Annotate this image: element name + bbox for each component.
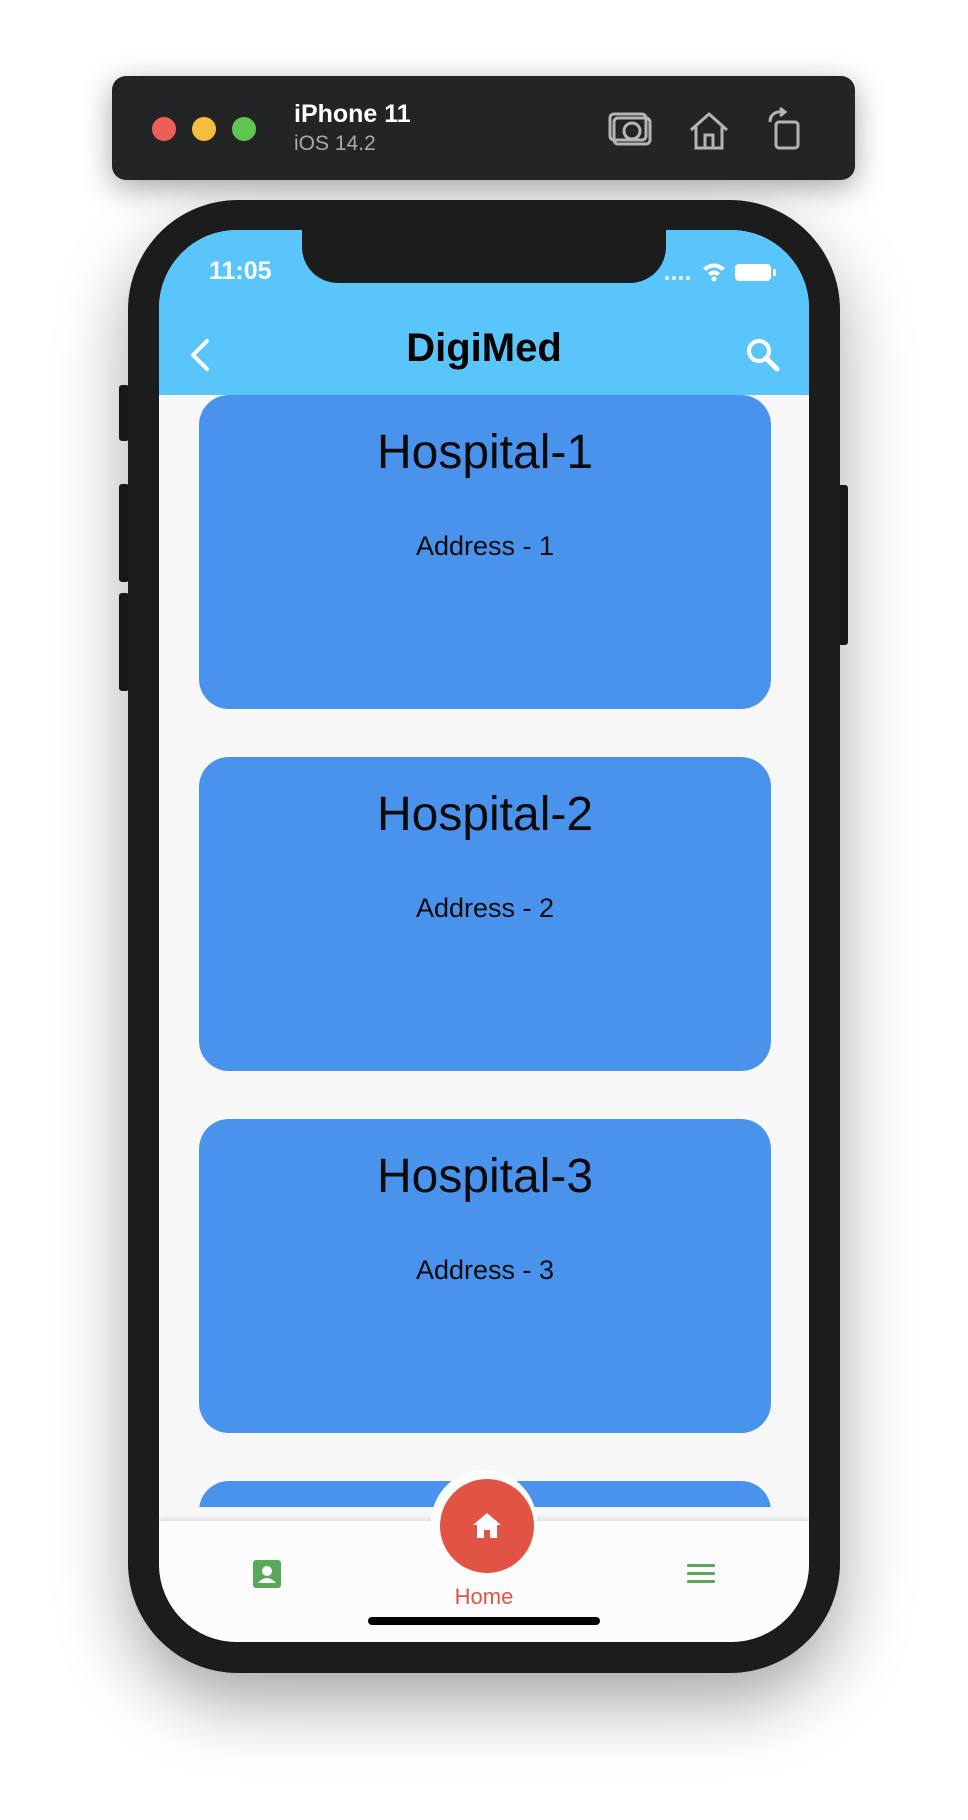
- hospital-card[interactable]: Hospital-3 Address - 3: [199, 1119, 771, 1433]
- close-window-button[interactable]: [152, 117, 176, 141]
- battery-icon: [735, 264, 776, 281]
- hospital-card[interactable]: Hospital-1 Address - 1: [199, 395, 771, 709]
- signal-icon: [665, 276, 690, 280]
- simulator-stage: iPhone 11 iOS 14.2 11:05 DigiMed Hospita…: [0, 0, 968, 1820]
- status-icons: [665, 260, 785, 284]
- hospital-name: Hospital-3: [376, 1150, 594, 1203]
- home-fab-button[interactable]: [440, 1479, 534, 1573]
- screenshot-icon[interactable]: [608, 106, 656, 154]
- hospital-address: Address - 3: [415, 1255, 555, 1285]
- hospital-name: Hospital-1: [376, 426, 594, 479]
- hospital-address: Address - 2: [415, 893, 555, 923]
- home-indicator: [368, 1617, 600, 1625]
- home-icon[interactable]: [685, 106, 733, 154]
- status-time: 11:05: [209, 257, 272, 285]
- iphone-frame: 11:05 DigiMed Hospital-1 Address - 1 Hos…: [128, 200, 840, 1673]
- menu-icon[interactable]: [685, 1558, 717, 1595]
- simulator-title-bar: iPhone 11 iOS 14.2: [112, 76, 855, 180]
- hospital-name: Hospital-2: [376, 788, 594, 841]
- notch: [302, 230, 666, 283]
- simulator-os-version: iOS 14.2: [294, 132, 376, 155]
- page-title: DigiMed: [406, 326, 562, 370]
- phone-screen: 11:05 DigiMed Hospital-1 Address - 1 Hos…: [159, 230, 809, 1642]
- hospital-card[interactable]: Hospital-2 Address - 2: [199, 757, 771, 1071]
- simulator-device-name: iPhone 11: [294, 100, 411, 128]
- home-icon: [473, 1513, 501, 1538]
- minimize-window-button[interactable]: [192, 117, 216, 141]
- search-icon[interactable]: [741, 333, 785, 377]
- zoom-window-button[interactable]: [232, 117, 256, 141]
- contact-card-icon[interactable]: [251, 1558, 283, 1595]
- hospital-list[interactable]: Hospital-1 Address - 1 Hospital-2 Addres…: [159, 395, 809, 1507]
- hospital-address: Address - 1: [415, 531, 555, 561]
- rotate-icon[interactable]: [762, 106, 810, 154]
- wifi-icon: [703, 263, 725, 282]
